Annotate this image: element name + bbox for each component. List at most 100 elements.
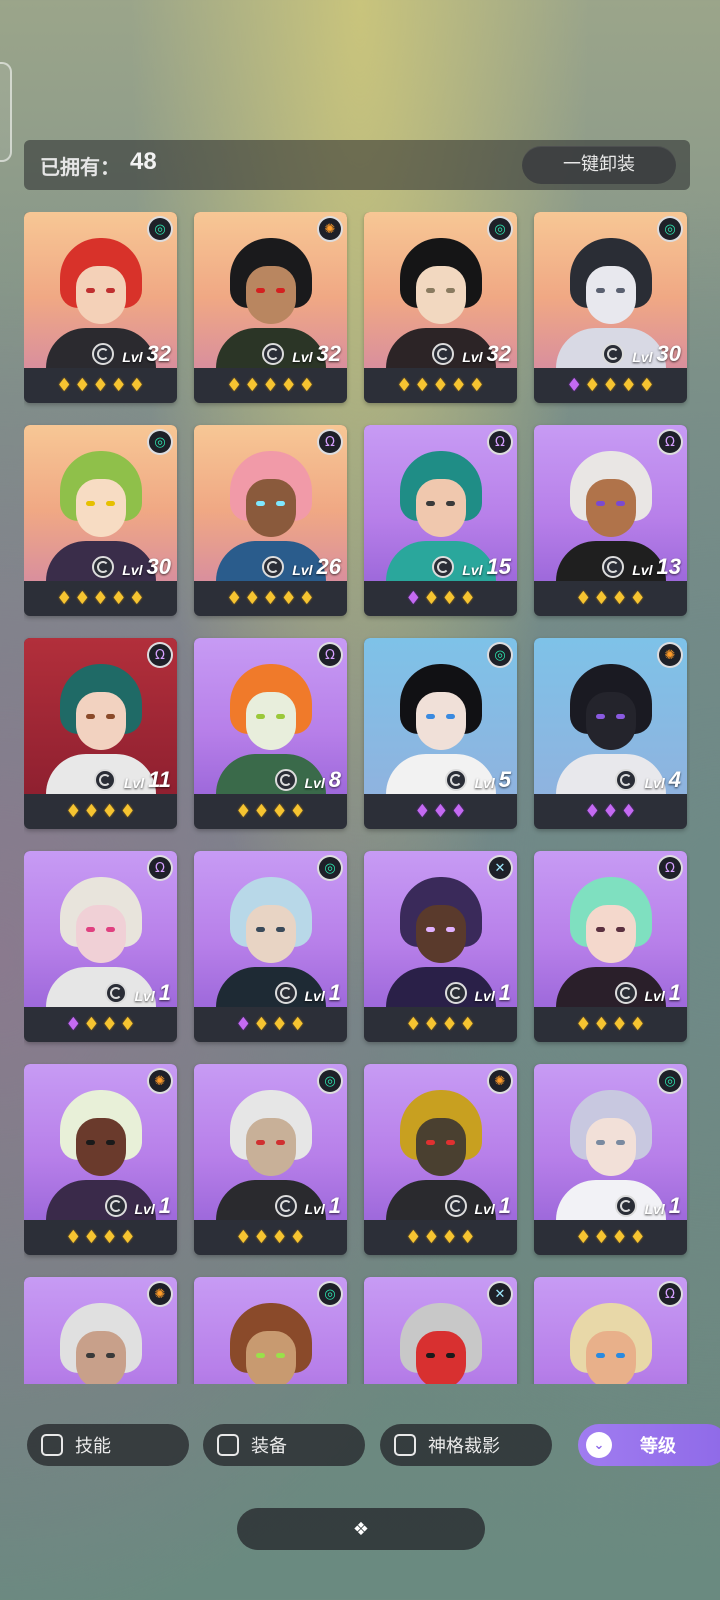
hero-card[interactable]: Ω Lvl 8 ♦ ♦ ♦ ♦ (194, 638, 347, 829)
hero-portrait: Ω Lvl 15 (364, 425, 517, 581)
gold-gem-icon: ♦ (423, 587, 440, 609)
hero-card[interactable]: Ω Lvl 1 ♦ ♦ ♦ ♦ (534, 851, 687, 1042)
hero-card[interactable]: Ω Lvl 1 ♦ ♦ ♦ ♦ (24, 851, 177, 1042)
star-gems: ♦ ♦ ♦ ♦ ♦ (194, 368, 347, 403)
void-icon: Ω (657, 429, 683, 455)
sun-icon: ✺ (147, 1068, 173, 1094)
hero-card[interactable]: ◎ Lvl 32 ♦ ♦ ♦ ♦ ♦ (24, 212, 177, 403)
gold-gem-icon: ♦ (289, 1013, 306, 1035)
side-drawer-handle[interactable] (0, 62, 12, 162)
hero-card[interactable]: Ω Lvl 11 ♦ ♦ ♦ ♦ (24, 638, 177, 829)
unequip-all-button[interactable]: 一键卸装 (522, 146, 676, 184)
hero-level: Lvl 26 (262, 554, 341, 581)
hero-card[interactable]: ◎ Lvl 1 ♦ ♦ ♦ ♦ (194, 1064, 347, 1255)
gear-icon (444, 1195, 467, 1217)
checkbox-icon[interactable] (217, 1434, 239, 1456)
gold-gem-icon: ♦ (271, 800, 288, 822)
hero-portrait: ◎ (194, 1277, 347, 1384)
hero-grid: ◎ Lvl 32 ♦ ♦ ♦ ♦ ♦ ✺ Lvl 32 ♦ ♦ ♦ ♦ ♦ ◎ Lvl 32 ♦ ♦ ♦ ♦ ♦ ◎ Lvl 30 ♦… (24, 212, 690, 1384)
cross-icon: ✕ (487, 855, 513, 881)
hero-level: Lvl 32 (92, 341, 171, 368)
hero-eye (256, 1353, 265, 1358)
hero-eye (276, 714, 285, 719)
hero-eye (106, 501, 115, 506)
hero-card[interactable]: ✺ Lvl 1 ♦ ♦ ♦ ♦ (24, 1064, 177, 1255)
hero-card[interactable]: ✕ (364, 1277, 517, 1384)
hero-face (416, 1331, 466, 1384)
wind-icon: ◎ (317, 855, 343, 881)
hero-eye (276, 288, 285, 293)
cross-icon: ✕ (487, 1281, 513, 1307)
hero-eye (596, 1140, 605, 1145)
hero-portrait: ◎ Lvl 1 (194, 1064, 347, 1220)
hero-figure (556, 1303, 666, 1384)
gold-gem-icon: ♦ (584, 374, 601, 396)
hero-card[interactable]: ✺ (24, 1277, 177, 1384)
hero-card[interactable]: Ω Lvl 15 ♦ ♦ ♦ ♦ (364, 425, 517, 616)
hero-card[interactable]: ✺ Lvl 1 ♦ ♦ ♦ ♦ (364, 1064, 517, 1255)
hero-card[interactable]: ✺ Lvl 4 ♦ ♦ ♦ (534, 638, 687, 829)
hero-level: Lvl 4 (614, 767, 681, 794)
gold-gem-icon: ♦ (575, 1226, 592, 1248)
hero-card[interactable]: Ω (534, 1277, 687, 1384)
hero-card[interactable]: Ω Lvl 26 ♦ ♦ ♦ ♦ ♦ (194, 425, 347, 616)
level-number: 4 (668, 767, 681, 792)
void-icon: Ω (657, 855, 683, 881)
hero-eye (446, 1353, 455, 1358)
hero-portrait: Ω Lvl 1 (534, 851, 687, 1007)
gold-gem-icon: ♦ (629, 587, 646, 609)
level-sort-button[interactable]: ⌄ 等级 (578, 1424, 720, 1466)
gear-icon (93, 769, 116, 791)
level-prefix: Lvl (462, 562, 483, 578)
hero-card[interactable]: Ω Lvl 13 ♦ ♦ ♦ ♦ (534, 425, 687, 616)
filter-bar: 技能 装备 神格裁影 ⌄ 等级 (0, 1424, 720, 1468)
gold-gem-icon: ♦ (101, 1226, 118, 1248)
hero-portrait: Ω Lvl 8 (194, 638, 347, 794)
hero-portrait: Ω Lvl 11 (24, 638, 177, 794)
hero-eye (86, 288, 95, 293)
purple-gem-icon: ♦ (450, 800, 467, 822)
hero-portrait: ◎ Lvl 30 (534, 212, 687, 368)
hero-card[interactable]: ◎ Lvl 32 ♦ ♦ ♦ ♦ ♦ (364, 212, 517, 403)
level-number: 1 (498, 1193, 511, 1218)
gold-gem-icon: ♦ (432, 374, 449, 396)
filter-equipment[interactable]: 装备 (203, 1424, 365, 1466)
hero-level: Lvl 13 (602, 554, 681, 581)
sort-down-icon: ⌄ (586, 1432, 612, 1458)
hero-card[interactable]: ◎ Lvl 30 ♦ ♦ ♦ ♦ ♦ (24, 425, 177, 616)
level-number: 1 (668, 980, 681, 1005)
gear-icon (444, 769, 467, 791)
expand-button[interactable]: ❖ (237, 1508, 485, 1550)
filter-divine-label: 神格裁影 (428, 1436, 500, 1457)
hero-eye (446, 288, 455, 293)
filter-skill[interactable]: 技能 (27, 1424, 189, 1466)
gold-gem-icon: ♦ (235, 800, 252, 822)
gear-icon (602, 343, 625, 365)
hero-card[interactable]: ◎ Lvl 1 ♦ ♦ ♦ ♦ (194, 851, 347, 1042)
gold-gem-icon: ♦ (450, 374, 467, 396)
checkbox-icon[interactable] (394, 1434, 416, 1456)
gold-gem-icon: ♦ (441, 1013, 458, 1035)
wind-icon: ◎ (147, 216, 173, 242)
hero-card[interactable]: ◎ Lvl 5 ♦ ♦ ♦ (364, 638, 517, 829)
gold-gem-icon: ♦ (611, 587, 628, 609)
hero-card[interactable]: ◎ Lvl 30 ♦ ♦ ♦ ♦ ♦ (534, 212, 687, 403)
checkbox-icon[interactable] (41, 1434, 63, 1456)
hero-card[interactable]: ◎ Lvl 1 ♦ ♦ ♦ ♦ (534, 1064, 687, 1255)
hero-eye (446, 714, 455, 719)
hero-card[interactable]: ◎ (194, 1277, 347, 1384)
hero-card[interactable]: ✕ Lvl 1 ♦ ♦ ♦ ♦ (364, 851, 517, 1042)
star-gems: ♦ ♦ ♦ ♦ ♦ (534, 368, 687, 403)
hero-level: Lvl 1 (444, 980, 511, 1007)
void-icon: Ω (657, 1281, 683, 1307)
hero-eye (276, 927, 285, 932)
purple-gem-icon: ♦ (432, 800, 449, 822)
gold-gem-icon: ♦ (262, 587, 279, 609)
gold-gem-icon: ♦ (253, 1013, 270, 1035)
gold-gem-icon: ♦ (602, 374, 619, 396)
hero-card[interactable]: ✺ Lvl 32 ♦ ♦ ♦ ♦ ♦ (194, 212, 347, 403)
level-prefix: Lvl (632, 349, 653, 365)
hero-eye (86, 1140, 95, 1145)
gear-icon (614, 982, 637, 1004)
filter-divine[interactable]: 神格裁影 (380, 1424, 552, 1466)
